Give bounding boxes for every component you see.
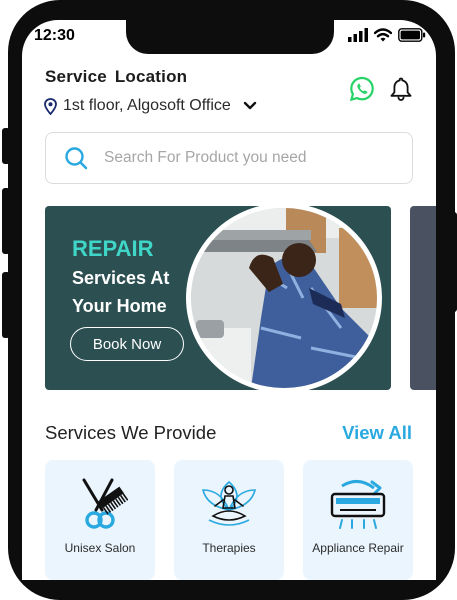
phone-power-button [451, 212, 457, 312]
search-input[interactable] [102, 148, 386, 168]
scissors-comb-icon [45, 476, 155, 532]
signal-icon [348, 28, 368, 42]
search-icon [64, 146, 88, 170]
meditation-lotus-icon [174, 476, 284, 532]
map-pin-icon [44, 97, 57, 115]
search-bar[interactable] [45, 132, 413, 184]
next-banner-preview[interactable] [410, 206, 436, 390]
service-card-label: Unisex Salon [64, 541, 136, 555]
status-icons [348, 28, 426, 42]
service-card-therapies[interactable]: Therapies [174, 460, 284, 580]
header-actions [349, 76, 413, 102]
services-section-title: Services We Provide [45, 422, 217, 443]
banner-title: REPAIR [72, 236, 154, 261]
location-value: 1st floor, Algosoft Office [63, 97, 231, 114]
promo-banner[interactable]: REPAIR Services At Your Home Book Now [45, 206, 391, 390]
service-card-label: Appliance Repair [312, 541, 404, 555]
service-card-appliance-repair[interactable]: Appliance Repair [303, 460, 413, 580]
chevron-down-icon [243, 101, 256, 110]
battery-icon [398, 28, 426, 42]
phone-volume-down-button [2, 272, 10, 338]
banner-subtitle-line1: Services At [72, 268, 170, 288]
location-selector[interactable]: 1st floor, Algosoft Office [44, 97, 257, 115]
service-card-label: Therapies [202, 541, 256, 555]
notification-bell-icon[interactable] [389, 76, 413, 102]
whatsapp-icon[interactable] [349, 76, 375, 102]
banner-subtitle: Services At Your Home [72, 264, 169, 320]
book-now-button[interactable]: Book Now [70, 327, 184, 361]
status-time: 12:30 [34, 27, 75, 44]
service-cards: Unisex Salon Therapies Appliance Repair [45, 460, 413, 580]
banner-subtitle-line2: Your Home [72, 296, 167, 316]
phone-volume-up-button [2, 188, 10, 254]
service-location-title: Service Location [45, 67, 188, 86]
phone-notch [126, 20, 334, 54]
phone-mute-button [2, 128, 10, 164]
technician-photo [186, 206, 382, 390]
wifi-icon [374, 28, 392, 42]
air-conditioner-wrench-icon [303, 476, 413, 532]
service-card-unisex-salon[interactable]: Unisex Salon [45, 460, 155, 580]
app-screen: 12:30 Service Location 1st floor, Algoso… [22, 20, 436, 580]
view-all-link[interactable]: View All [342, 422, 412, 444]
